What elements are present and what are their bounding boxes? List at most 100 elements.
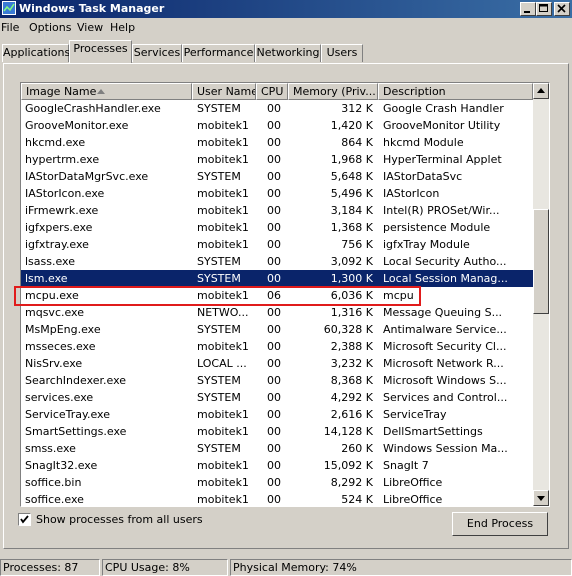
process-row[interactable]: SnagIt32.exe mobitek1 00 15,092 K SnagIt 7 bbox=[21, 457, 533, 474]
cell-memory: 1,300 K bbox=[330, 272, 373, 285]
column-cpu[interactable]: CPU bbox=[256, 83, 288, 100]
close-button[interactable] bbox=[554, 2, 570, 16]
cell-description: IAStorIcon bbox=[383, 187, 440, 200]
process-row[interactable]: mcpu.exe mobitek1 06 6,036 Kmcpu bbox=[21, 287, 533, 304]
process-row[interactable]: services.exe SYSTEM 00 4,292 K Services and … bbox=[21, 389, 533, 406]
cell-memory: 15,092 K bbox=[323, 459, 373, 472]
cell-memory: 3,184 K bbox=[330, 204, 373, 217]
minimize-button[interactable] bbox=[520, 2, 536, 16]
cell-user: mobitek1 bbox=[197, 221, 249, 234]
process-row[interactable]: igfxtray.exe mobitek1 00 756 KigfxTray Modu… bbox=[21, 236, 533, 253]
cell-memory: 8,368 K bbox=[330, 374, 373, 387]
cell-memory: 1,368 K bbox=[330, 221, 373, 234]
cell-memory: 864 K bbox=[341, 136, 373, 149]
scroll-thumb[interactable] bbox=[533, 209, 549, 314]
cell-description: mcpu bbox=[383, 289, 414, 302]
cell-name: SnagIt32.exe bbox=[25, 459, 98, 472]
cell-user: mobitek1 bbox=[197, 340, 249, 353]
cell-name: NisSrv.exe bbox=[25, 357, 83, 370]
vertical-scrollbar[interactable] bbox=[533, 83, 549, 506]
cell-name: hkcmd.exe bbox=[25, 136, 86, 149]
cell-name: msseces.exe bbox=[25, 340, 96, 353]
tab-performance[interactable]: Performance bbox=[182, 44, 255, 62]
process-row[interactable]: NisSrv.exe LOCAL ... 00 3,232 K Microsoft Ne… bbox=[21, 355, 533, 372]
cell-name: ServiceTray.exe bbox=[25, 408, 110, 421]
menu-options[interactable]: Options bbox=[29, 21, 71, 34]
scroll-down-button[interactable] bbox=[533, 490, 549, 506]
minimize-icon bbox=[524, 11, 530, 13]
maximize-icon bbox=[539, 4, 548, 12]
cell-description: ServiceTray bbox=[383, 408, 447, 421]
cell-description: Microsoft Security Cl... bbox=[383, 340, 507, 353]
process-row[interactable]: SearchIndexer.exe SYSTEM 00 8,368 K Microsof… bbox=[21, 372, 533, 389]
process-row[interactable]: iFrmewrk.exe mobitek1 00 3,184 K Intel(R) PR… bbox=[21, 202, 533, 219]
cell-user: NETWO... bbox=[197, 306, 249, 319]
cell-memory: 260 K bbox=[341, 442, 373, 455]
tab-applications[interactable]: Applications bbox=[2, 44, 70, 62]
process-row[interactable]: IAStorIcon.exe mobitek1 00 5,496 K IAStorIco… bbox=[21, 185, 533, 202]
process-row[interactable]: MsMpEng.exe SYSTEM 00 60,328 K Antimalware S… bbox=[21, 321, 533, 338]
cell-description: Windows Session Ma... bbox=[383, 442, 508, 455]
process-row[interactable]: soffice.bin mobitek1 00 8,292 K LibreOffice bbox=[21, 474, 533, 491]
cell-memory: 5,648 K bbox=[330, 170, 373, 183]
process-list[interactable]: Image Name User Name CPU Memory (Priv...… bbox=[20, 82, 550, 507]
cell-user: SYSTEM bbox=[197, 272, 241, 285]
column-label: Image Name bbox=[26, 85, 97, 98]
cell-description: igfxTray Module bbox=[383, 238, 470, 251]
cell-name: IAStorDataMgrSvc.exe bbox=[25, 170, 149, 183]
process-row[interactable]: msseces.exe mobitek1 00 2,388 K Microsoft Se… bbox=[21, 338, 533, 355]
cell-description: Local Security Autho... bbox=[383, 255, 507, 268]
process-row[interactable]: lsass.exe SYSTEM 00 3,092 K Local Security A… bbox=[21, 253, 533, 270]
process-row[interactable]: GrooveMonitor.exe mobitek1 00 1,420 K Groove… bbox=[21, 117, 533, 134]
scroll-down-icon bbox=[537, 496, 545, 501]
cell-name: SearchIndexer.exe bbox=[25, 374, 127, 387]
process-row[interactable]: soffice.exe mobitek1 00 524 K LibreOffice bbox=[21, 491, 533, 506]
process-row[interactable]: hypertrm.exe mobitek1 00 1,968 K HyperTermin… bbox=[21, 151, 533, 168]
task-manager-icon bbox=[2, 1, 16, 15]
menu-help[interactable]: Help bbox=[110, 21, 135, 34]
cell-description: SnagIt 7 bbox=[383, 459, 429, 472]
cell-user: mobitek1 bbox=[197, 408, 249, 421]
list-header: Image Name User Name CPU Memory (Priv...… bbox=[21, 83, 533, 100]
tab-services[interactable]: Services bbox=[132, 44, 182, 62]
menu-file[interactable]: File bbox=[1, 21, 19, 34]
process-row[interactable]: GoogleCrashHandler.exe SYSTEM 00 312 K Googl… bbox=[21, 100, 533, 117]
cell-memory: 5,496 K bbox=[330, 187, 373, 200]
column-description[interactable]: Description bbox=[378, 83, 533, 100]
column-image-name[interactable]: Image Name bbox=[21, 83, 192, 100]
end-process-button[interactable]: End Process bbox=[452, 512, 548, 536]
tab-users[interactable]: Users bbox=[321, 44, 363, 62]
cell-name: mcpu.exe bbox=[25, 289, 79, 302]
title-bar[interactable]: Windows Task Manager bbox=[0, 0, 572, 18]
status-physical-memory: Physical Memory: 74% bbox=[230, 559, 572, 576]
process-row[interactable]: ServiceTray.exe mobitek1 00 2,616 K ServiceT… bbox=[21, 406, 533, 423]
process-row[interactable]: SmartSettings.exe mobitek1 00 14,128 K DellS… bbox=[21, 423, 533, 440]
cell-user: mobitek1 bbox=[197, 289, 249, 302]
cell-description: GrooveMonitor Utility bbox=[383, 119, 501, 132]
column-memory[interactable]: Memory (Priv... bbox=[288, 83, 378, 100]
tab-processes[interactable]: Processes bbox=[69, 40, 132, 63]
cell-memory: 2,616 K bbox=[330, 408, 373, 421]
cell-description: Services and Control... bbox=[383, 391, 508, 404]
process-row[interactable]: hkcmd.exe mobitek1 00 864 Khkcmd Module bbox=[21, 134, 533, 151]
process-row[interactable]: igfxpers.exe mobitek1 00 1,368 Kpersistence… bbox=[21, 219, 533, 236]
window-title: Windows Task Manager bbox=[19, 2, 165, 15]
process-row[interactable]: IAStorDataMgrSvc.exe SYSTEM 00 5,648 K IASto… bbox=[21, 168, 533, 185]
cell-user: mobitek1 bbox=[197, 153, 249, 166]
cell-user: SYSTEM bbox=[197, 102, 241, 115]
cell-user: SYSTEM bbox=[197, 442, 241, 455]
menu-view[interactable]: View bbox=[77, 21, 103, 34]
maximize-button[interactable] bbox=[536, 2, 552, 16]
checkbox-box[interactable] bbox=[18, 513, 31, 526]
cell-user: mobitek1 bbox=[197, 238, 249, 251]
scroll-up-button[interactable] bbox=[533, 83, 549, 99]
scroll-up-icon bbox=[537, 88, 545, 93]
tab-networking[interactable]: Networking bbox=[255, 44, 321, 62]
cell-memory: 2,388 K bbox=[330, 340, 373, 353]
process-row[interactable]: smss.exe SYSTEM 00 260 K Windows Session Ma.… bbox=[21, 440, 533, 457]
column-user-name[interactable]: User Name bbox=[192, 83, 256, 100]
process-row[interactable]: mqsvc.exe NETWO... 00 1,316 K Message Queuin… bbox=[21, 304, 533, 321]
close-icon bbox=[557, 4, 566, 13]
checkmark-icon bbox=[20, 515, 29, 524]
process-row[interactable]: lsm.exe SYSTEM 00 1,300 K Local Session Mana… bbox=[21, 270, 533, 287]
